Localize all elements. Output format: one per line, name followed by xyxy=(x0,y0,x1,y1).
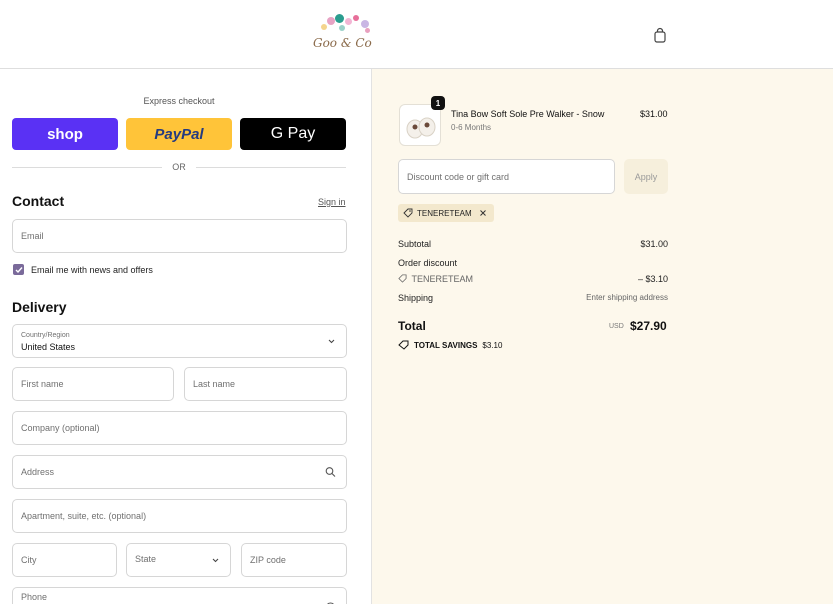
city-placeholder: City xyxy=(21,555,37,565)
or-divider: OR xyxy=(12,161,346,173)
paypal-button[interactable]: PayPal xyxy=(126,118,232,150)
chevron-down-icon xyxy=(212,558,219,563)
savings-value: $3.10 xyxy=(482,340,503,350)
or-label: OR xyxy=(172,162,186,172)
newsletter-label: Email me with news and offers xyxy=(31,265,153,275)
discount-code-name: TENERETEAM xyxy=(411,274,474,284)
order-summary-panel: 1 Tina Bow Soft Sole Pre Walker - Snow 0… xyxy=(372,69,833,604)
brand-logo-text: Goo & Co xyxy=(313,36,372,50)
state-placeholder: State xyxy=(135,554,157,564)
discount-value: – $3.10 xyxy=(637,274,668,284)
subtotal-row: Subtotal $31.00 xyxy=(398,239,668,249)
search-icon[interactable] xyxy=(325,467,336,478)
total-value: $27.90 xyxy=(630,319,667,333)
tag-icon xyxy=(403,208,413,218)
checkmark-icon xyxy=(15,266,23,273)
state-select[interactable]: State xyxy=(126,543,231,577)
product-variant: 0-6 Months xyxy=(451,123,492,132)
express-checkout-label: Express checkout xyxy=(143,96,215,106)
chevron-down-icon xyxy=(328,339,335,344)
address-placeholder: Address xyxy=(21,467,55,477)
discount-placeholder: Discount code or gift card xyxy=(407,171,510,182)
order-discount-row: Order discount xyxy=(398,258,668,268)
apartment-field[interactable]: Apartment, suite, etc. (optional) xyxy=(12,499,347,533)
zip-field[interactable]: ZIP code xyxy=(241,543,347,577)
total-currency: USD xyxy=(609,323,624,330)
tag-icon xyxy=(398,274,407,283)
city-field[interactable]: City xyxy=(12,543,117,577)
shop-pay-button[interactable]: shop xyxy=(12,118,118,150)
apartment-placeholder: Apartment, suite, etc. (optional) xyxy=(21,511,147,521)
product-name: Tina Bow Soft Sole Pre Walker - Snow xyxy=(451,109,605,119)
shopping-bag-icon[interactable] xyxy=(652,27,668,43)
total-savings: TOTAL SAVINGS $3.10 xyxy=(398,340,502,350)
address-field[interactable]: Address xyxy=(12,455,347,489)
discount-code-input[interactable]: Discount code or gift card xyxy=(398,159,615,194)
email-field[interactable]: Email xyxy=(12,219,347,253)
savings-label: TOTAL SAVINGS xyxy=(414,340,478,350)
phone-placeholder: Phone xyxy=(21,592,48,602)
shipping-value: Enter shipping address xyxy=(586,293,668,302)
country-value: United States xyxy=(21,342,76,352)
applied-discount-code: TENERETEAM xyxy=(417,208,472,218)
zip-placeholder: ZIP code xyxy=(250,555,286,565)
quantity-badge: 1 xyxy=(431,96,445,110)
apply-discount-button[interactable]: Apply xyxy=(624,159,668,194)
discount-code-row: TENERETEAM – $3.10 xyxy=(398,274,668,284)
last-name-placeholder: Last name xyxy=(193,379,236,389)
close-icon[interactable] xyxy=(479,209,487,217)
newsletter-checkbox[interactable] xyxy=(13,264,24,275)
first-name-placeholder: First name xyxy=(21,379,64,389)
sign-in-link[interactable]: Sign in xyxy=(318,197,346,207)
country-label: Country/Region xyxy=(21,332,70,339)
order-discount-label: Order discount xyxy=(398,258,458,268)
country-select[interactable]: Country/Region United States xyxy=(12,324,347,358)
apply-label: Apply xyxy=(634,171,658,182)
product-thumbnail xyxy=(399,104,441,146)
google-pay-label: G Pay xyxy=(270,125,316,142)
company-placeholder: Company (optional) xyxy=(21,423,100,433)
google-pay-button[interactable]: G Pay xyxy=(240,118,346,150)
checkout-form-panel: Express checkout shop PayPal G Pay OR Co… xyxy=(0,69,372,604)
first-name-field[interactable]: First name xyxy=(12,367,174,401)
shop-pay-label: shop xyxy=(47,125,83,143)
contact-heading: Contact xyxy=(12,193,65,209)
tag-icon xyxy=(398,340,409,350)
shipping-label: Shipping xyxy=(398,293,434,303)
subtotal-value: $31.00 xyxy=(640,239,668,249)
paypal-label: PayPal xyxy=(154,125,204,143)
subtotal-label: Subtotal xyxy=(398,239,432,249)
company-field[interactable]: Company (optional) xyxy=(12,411,347,445)
phone-field[interactable]: Phone xyxy=(12,587,347,604)
applied-discount-chip: TENERETEAM xyxy=(398,204,494,222)
brand-logo[interactable]: Goo & Co xyxy=(307,14,375,56)
last-name-field[interactable]: Last name xyxy=(184,367,347,401)
header: Goo & Co xyxy=(0,0,833,69)
product-price: $31.00 xyxy=(640,109,668,119)
email-placeholder: Email xyxy=(21,231,44,241)
total-label: Total xyxy=(398,319,426,333)
product-image xyxy=(406,117,436,139)
delivery-heading: Delivery xyxy=(12,299,67,315)
shipping-row: Shipping Enter shipping address xyxy=(398,293,668,303)
